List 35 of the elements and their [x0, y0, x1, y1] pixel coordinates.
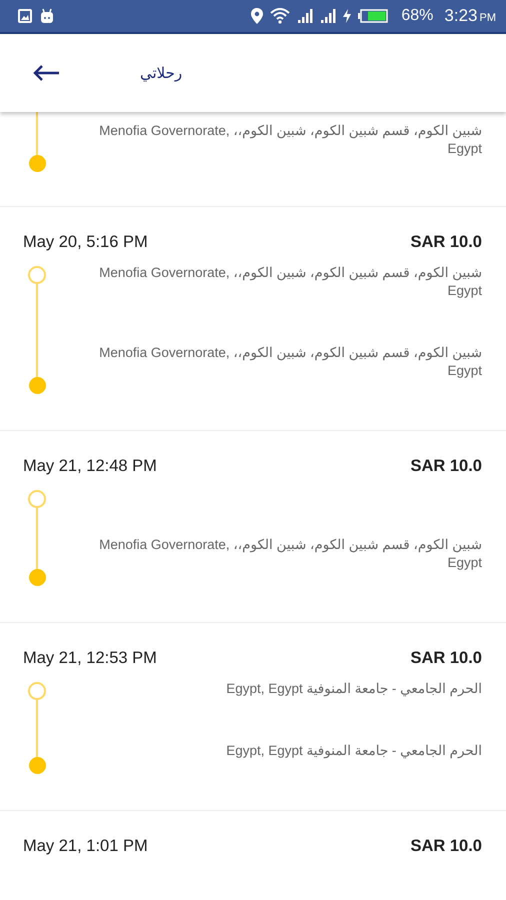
trip-price: SAR 10.0 — [410, 837, 482, 856]
trip-date: May 21, 1:01 PM — [23, 837, 148, 856]
address-text: شبين الكوم، قسم شبين الكوم، شبين الكوم،، Menofia Governorate, Egypt — [98, 264, 482, 300]
battery-percent: 68% — [401, 7, 434, 25]
location-icon — [251, 8, 264, 24]
screen-title: رحلاتي — [140, 64, 182, 82]
trip-date: May 21, 12:48 PM — [23, 457, 157, 476]
back-arrow-icon — [32, 64, 60, 82]
robot-icon — [39, 8, 55, 24]
trip-date: May 21, 12:53 PM — [23, 649, 157, 668]
route-line — [36, 112, 38, 155]
address-text: الحرم الجامعي - جامعة المنوفية Egypt, Egypt — [226, 742, 482, 760]
charging-icon — [343, 9, 352, 23]
trip-price: SAR 10.0 — [410, 233, 482, 252]
trip-price: SAR 10.0 — [410, 457, 482, 476]
pickup-marker-icon — [28, 266, 46, 284]
clock-time: 3:23 — [444, 6, 478, 26]
dropoff-marker-icon — [28, 757, 46, 774]
trip-price: SAR 10.0 — [410, 649, 482, 668]
address-text: شبين الكوم، قسم شبين الكوم، شبين الكوم،، Menofia Governorate, Egypt — [98, 536, 482, 572]
address-text: الحرم الجامعي - جامعة المنوفية Egypt, Egypt — [226, 680, 482, 698]
dropoff-marker-icon — [28, 155, 46, 172]
wifi-icon — [270, 8, 290, 24]
pickup-marker-icon — [28, 490, 46, 508]
address-text: شبين الكوم، قسم شبين الكوم، شبين الكوم،، Menofia Governorate, Egypt — [98, 344, 482, 380]
signal-icon — [320, 9, 336, 23]
signal-icon — [297, 9, 314, 23]
clock-period: PM — [480, 12, 496, 24]
trip-date: May 20, 5:16 PM — [23, 233, 148, 252]
dropoff-marker-icon — [28, 377, 46, 394]
pickup-marker-icon — [28, 682, 46, 700]
address-text: شبين الكوم، قسم شبين الكوم، شبين الكوم،، Menofia Governorate, Egypt — [98, 122, 482, 158]
image-icon — [18, 9, 32, 23]
battery-icon — [358, 9, 388, 23]
dropoff-marker-icon — [28, 569, 46, 586]
